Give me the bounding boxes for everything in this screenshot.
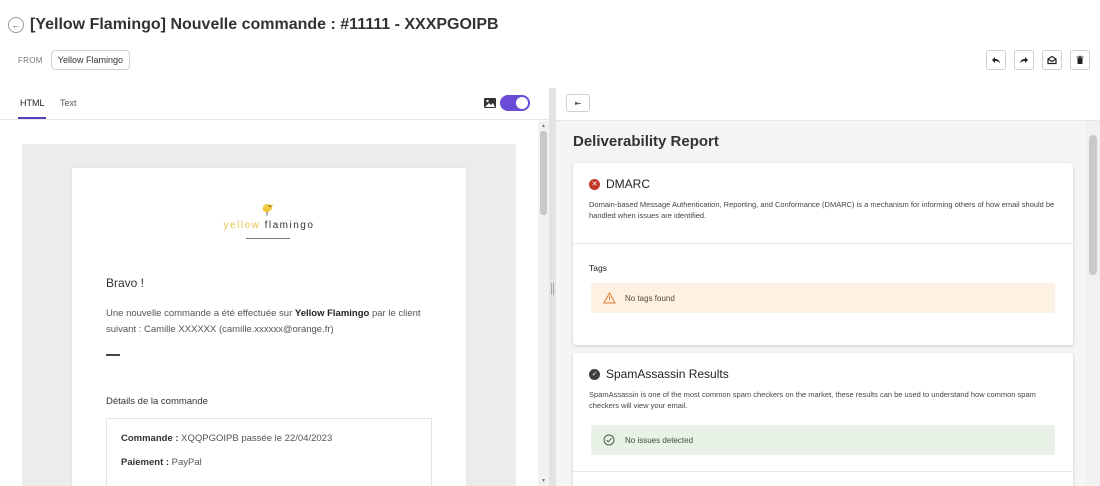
email-greeting: Bravo !	[106, 276, 145, 290]
brand-logo-text: yellow flamingo	[72, 220, 466, 231]
payment-value: PayPal	[169, 457, 202, 468]
intro-text-before: Une nouvelle commande a été effectuée su…	[106, 308, 295, 319]
check-outline-icon	[603, 434, 615, 446]
deliverability-report: Deliverability Report ✕ DMARC Domain-bas…	[556, 121, 1086, 486]
spamassassin-header: ✓ SpamAssassin Results	[589, 367, 729, 381]
dmarc-card: ✕ DMARC Domain-based Message Authenticat…	[573, 163, 1073, 345]
section-divider	[106, 354, 120, 356]
pane-resize-handle[interactable]	[549, 88, 556, 486]
reply-button[interactable]	[986, 50, 1006, 70]
order-details-title: Détails de la commande	[106, 396, 208, 407]
logo-word-flamingo: flamingo	[264, 220, 315, 231]
no-tags-text: No tags found	[625, 294, 675, 303]
no-issues-banner: No issues detected	[591, 425, 1055, 455]
spamassassin-footer-divider	[573, 471, 1073, 472]
preview-scroll-thumb[interactable]	[540, 131, 547, 215]
order-details-box: Commande : XQQPGOIPB passée le 22/04/202…	[106, 418, 432, 486]
logo-word-yellow: yellow	[223, 220, 261, 231]
spamassassin-description: SpamAssassin is one of the most common s…	[589, 390, 1036, 410]
tab-text[interactable]: Text	[60, 98, 77, 108]
report-scrollbar[interactable]	[1086, 121, 1100, 486]
mark-unread-button[interactable]	[1042, 50, 1062, 70]
collapse-arrow-icon: ⇤	[574, 98, 582, 108]
dmarc-title: DMARC	[606, 177, 650, 191]
reply-icon	[992, 57, 1000, 64]
spamassassin-card: ✓ SpamAssassin Results SpamAssassin is o…	[573, 353, 1073, 486]
error-icon: ✕	[589, 178, 600, 190]
order-number-line: Commande : XQQPGOIPB passée le 22/04/202…	[121, 433, 332, 444]
logo-underline	[246, 238, 290, 239]
warning-icon	[603, 292, 616, 304]
flamingo-logo-icon	[262, 203, 273, 216]
report-pane: ⇤ Deliverability Report ✕ DMARC Domain-b…	[556, 88, 1100, 486]
spamassassin-title: SpamAssassin Results	[606, 367, 729, 381]
active-tab-indicator	[18, 117, 46, 119]
order-label: Commande :	[121, 433, 179, 444]
email-body: yellow flamingo Bravo ! Une nouvelle com…	[72, 168, 466, 486]
dmarc-tags-title: Tags	[589, 263, 607, 273]
dmarc-description: Domain-based Message Authentication, Rep…	[589, 200, 1055, 220]
collapse-panel-button[interactable]: ⇤	[566, 94, 590, 112]
preview-pane: HTML Text yellow flamingo Bravo ! Une no…	[0, 88, 549, 486]
no-tags-warning: No tags found	[591, 283, 1055, 313]
email-intro: Une nouvelle commande a été effectuée su…	[106, 306, 446, 338]
title-row: ← [Yellow Flamingo] Nouvelle commande : …	[8, 16, 499, 34]
report-scroll-thumb[interactable]	[1089, 135, 1097, 275]
preview-scrollbar[interactable]: ▲ ▼	[538, 121, 549, 486]
preview-tabs: HTML Text	[0, 88, 549, 120]
delete-icon	[1076, 55, 1084, 64]
tab-html[interactable]: HTML	[20, 98, 45, 108]
dmarc-header: ✕ DMARC	[589, 177, 650, 191]
forward-button[interactable]	[1014, 50, 1034, 70]
scroll-down-icon[interactable]: ▼	[541, 478, 546, 484]
order-value: XQQPGOIPB passée le 22/04/2023	[178, 433, 333, 444]
email-preview: yellow flamingo Bravo ! Une nouvelle com…	[22, 144, 516, 486]
intro-shop-name: Yellow Flamingo	[294, 308, 370, 319]
delete-button[interactable]	[1070, 50, 1090, 70]
from-sender-chip[interactable]: Yellow Flamingo	[50, 50, 130, 70]
payment-line: Paiement : PayPal	[121, 457, 202, 468]
from-label: FROM	[18, 55, 43, 65]
no-issues-text: No issues detected	[625, 436, 694, 445]
image-icon[interactable]	[483, 96, 497, 110]
check-circle-icon: ✓	[589, 368, 600, 380]
message-actions	[986, 50, 1090, 70]
report-title: Deliverability Report	[573, 133, 719, 150]
mark-unread-icon	[1047, 55, 1057, 65]
forward-icon	[1020, 57, 1028, 64]
back-arrow-icon[interactable]: ←	[8, 17, 24, 33]
resize-grip-icon	[551, 283, 554, 295]
message-header: ← [Yellow Flamingo] Nouvelle commande : …	[0, 0, 1100, 88]
payment-label: Paiement :	[121, 457, 170, 468]
show-images-toggle[interactable]	[500, 95, 530, 111]
toggle-knob	[516, 97, 528, 109]
scroll-up-icon[interactable]: ▲	[541, 123, 546, 129]
message-subject: [Yellow Flamingo] Nouvelle commande : #1…	[30, 16, 499, 33]
dmarc-separator	[573, 243, 1073, 244]
from-row: FROM Yellow Flamingo	[18, 50, 130, 70]
